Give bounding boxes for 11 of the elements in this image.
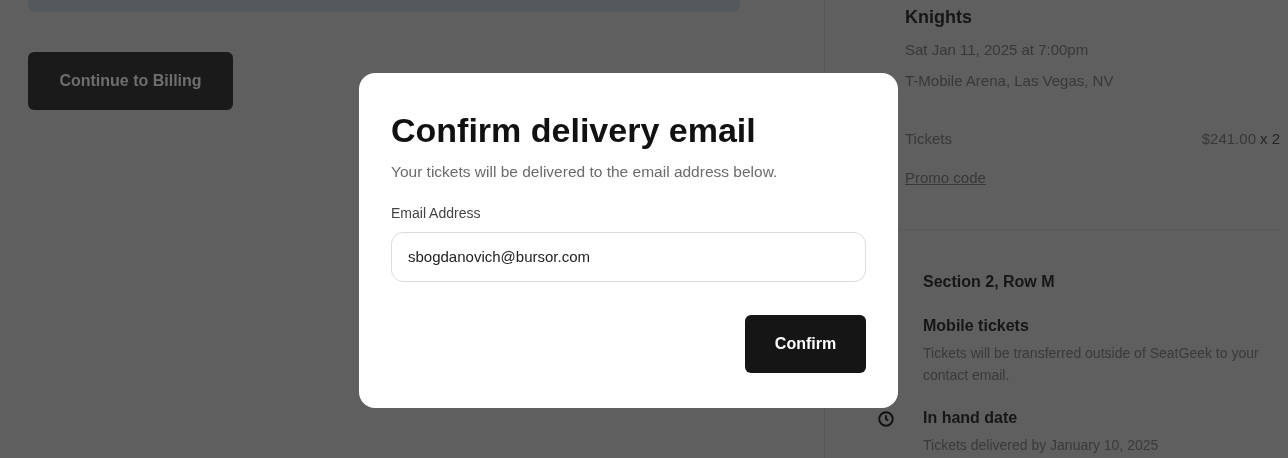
detail-title: In hand date bbox=[923, 408, 1019, 428]
event-title: Knights bbox=[905, 6, 973, 29]
email-input[interactable]: sbogdanovich@bursor.com bbox=[391, 231, 866, 282]
field-label: Email Address bbox=[391, 203, 482, 223]
modal-title: Confirm delivery email bbox=[391, 110, 757, 151]
clock-icon bbox=[877, 410, 895, 428]
detail-title: Mobile tickets bbox=[923, 316, 1030, 336]
confirm-button[interactable]: Confirm bbox=[745, 314, 866, 373]
modal-subtitle: Your tickets will be delivered to the email address below. bbox=[391, 161, 779, 182]
ticket-quantity: x 2 bbox=[1260, 129, 1280, 149]
detail-title: Section 2, Row M bbox=[923, 272, 1055, 292]
